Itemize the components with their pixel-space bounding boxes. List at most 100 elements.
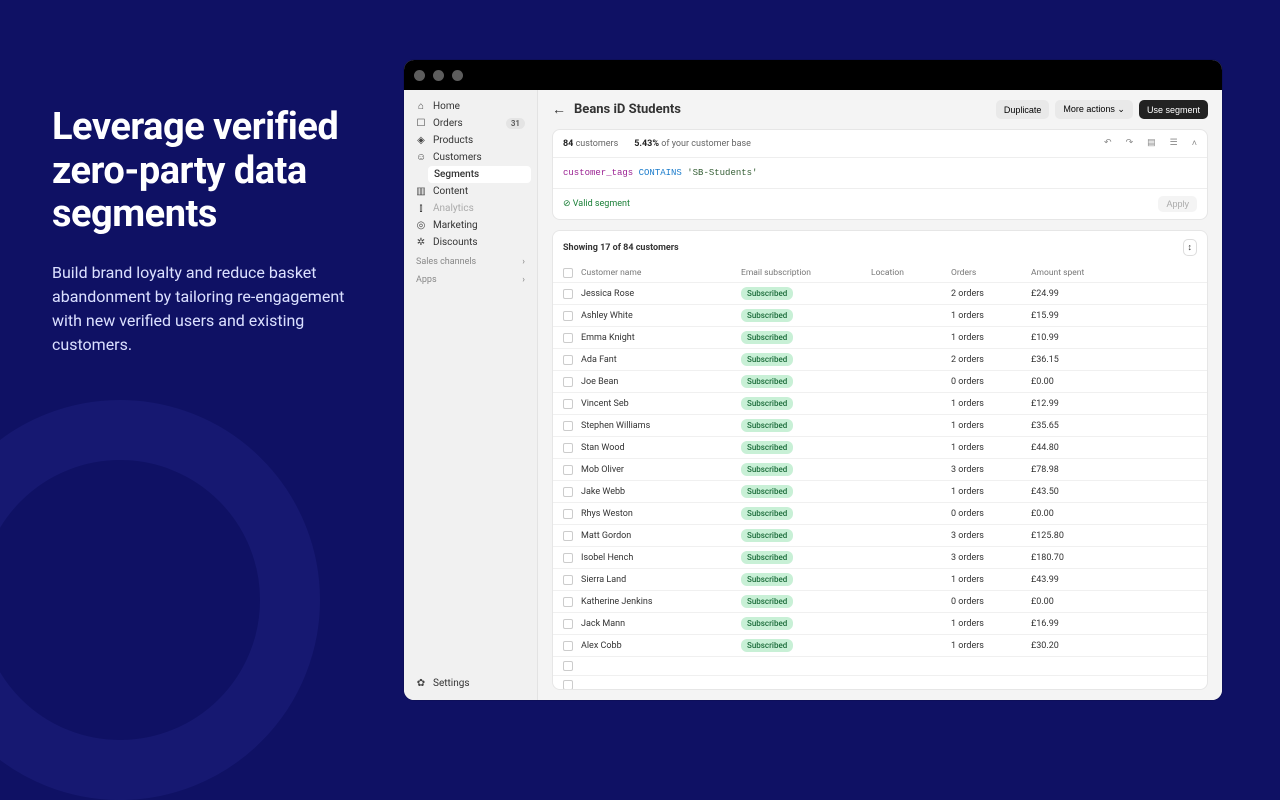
cell-email: Subscribed — [741, 617, 871, 630]
table-row[interactable]: Sierra LandSubscribed1 orders£43.99 — [553, 568, 1207, 590]
col-orders: Orders — [951, 268, 1031, 278]
spacer — [410, 287, 531, 675]
cell-orders: 1 orders — [951, 399, 1031, 409]
use-segment-button[interactable]: Use segment — [1139, 100, 1208, 119]
table-row[interactable]: Jessica RoseSubscribed2 orders£24.99 — [553, 282, 1207, 304]
sidebar-label: Segments — [434, 169, 479, 180]
row-checkbox[interactable] — [563, 641, 573, 651]
row-checkbox[interactable] — [563, 399, 573, 409]
collapse-icon[interactable]: ˄ — [1192, 138, 1197, 149]
segment-editor-card: 84 customers 5.43% of your customer base… — [552, 129, 1208, 220]
segment-query[interactable]: customer_tags CONTAINS 'SB-Students' — [553, 158, 1207, 188]
close-dot[interactable] — [414, 70, 425, 81]
cell-name: Rhys Weston — [581, 509, 741, 519]
row-checkbox[interactable] — [563, 575, 573, 585]
cell-name: Jack Mann — [581, 619, 741, 629]
row-checkbox[interactable] — [563, 619, 573, 629]
row-checkbox[interactable] — [563, 661, 573, 671]
cell-amount: £36.15 — [1031, 355, 1131, 365]
more-actions-button[interactable]: More actions ⌄ — [1055, 100, 1133, 119]
cell-email: Subscribed — [741, 573, 871, 586]
sidebar-label: Analytics — [433, 203, 474, 214]
sidebar-label: Content — [433, 186, 468, 197]
table-row[interactable]: Vincent SebSubscribed1 orders£12.99 — [553, 392, 1207, 414]
subscribed-badge: Subscribed — [741, 639, 793, 652]
sidebar-item-home[interactable]: ⌂ Home — [410, 98, 531, 115]
row-checkbox[interactable] — [563, 443, 573, 453]
subscribed-badge: Subscribed — [741, 331, 793, 344]
sidebar-item-orders[interactable]: ☐ Orders 31 — [410, 115, 531, 132]
row-checkbox[interactable] — [563, 680, 573, 690]
cell-amount: £125.80 — [1031, 531, 1131, 541]
row-checkbox[interactable] — [563, 333, 573, 343]
cell-name: Emma Knight — [581, 333, 741, 343]
sidebar-item-discounts[interactable]: ✲ Discounts — [410, 234, 531, 251]
sidebar-item-analytics[interactable]: ⫾ Analytics — [410, 200, 531, 217]
row-checkbox[interactable] — [563, 553, 573, 563]
sidebar-section-sales-channels[interactable]: Sales channels › — [410, 251, 531, 269]
cell-orders: 1 orders — [951, 333, 1031, 343]
table-row[interactable]: Ada FantSubscribed2 orders£36.15 — [553, 348, 1207, 370]
row-checkbox[interactable] — [563, 289, 573, 299]
row-checkbox[interactable] — [563, 421, 573, 431]
cell-email: Subscribed — [741, 309, 871, 322]
table-row[interactable]: Stan WoodSubscribed1 orders£44.80 — [553, 436, 1207, 458]
sidebar-label: Marketing — [433, 220, 478, 231]
table-row[interactable]: Isobel HenchSubscribed3 orders£180.70 — [553, 546, 1207, 568]
table-row[interactable]: Rhys WestonSubscribed0 orders£0.00 — [553, 502, 1207, 524]
content-icon: ▥ — [416, 186, 426, 197]
row-checkbox[interactable] — [563, 509, 573, 519]
app-window: ⌂ Home ☐ Orders 31 ◈ Products ☺ Customer… — [404, 60, 1222, 700]
sidebar-item-marketing[interactable]: ◎ Marketing — [410, 217, 531, 234]
sidebar-section-apps[interactable]: Apps › — [410, 269, 531, 287]
row-checkbox[interactable] — [563, 465, 573, 475]
table-row[interactable]: Joe BeanSubscribed0 orders£0.00 — [553, 370, 1207, 392]
target-icon: ◎ — [416, 220, 426, 231]
cell-amount: £180.70 — [1031, 553, 1131, 563]
orders-badge: 31 — [506, 118, 525, 129]
table-row[interactable]: Jake WebbSubscribed1 orders£43.50 — [553, 480, 1207, 502]
subscribed-badge: Subscribed — [741, 507, 793, 520]
row-checkbox[interactable] — [563, 377, 573, 387]
redo-icon[interactable]: ↷ — [1126, 138, 1134, 149]
template-icon[interactable]: ▤ — [1147, 138, 1156, 149]
table-row[interactable]: Stephen WilliamsSubscribed1 orders£35.65 — [553, 414, 1207, 436]
row-checkbox[interactable] — [563, 355, 573, 365]
cell-orders: 3 orders — [951, 531, 1031, 541]
back-arrow-icon[interactable]: ← — [552, 101, 566, 118]
minimize-dot[interactable] — [433, 70, 444, 81]
sidebar-item-segments[interactable]: Segments — [428, 166, 531, 183]
sidebar-item-settings[interactable]: ✿ Settings — [410, 675, 531, 692]
cell-orders: 1 orders — [951, 619, 1031, 629]
table-row[interactable]: Jack MannSubscribed1 orders£16.99 — [553, 612, 1207, 634]
cell-orders: 1 orders — [951, 575, 1031, 585]
row-checkbox[interactable] — [563, 597, 573, 607]
sidebar-item-customers[interactable]: ☺ Customers — [410, 149, 531, 166]
cell-email: Subscribed — [741, 331, 871, 344]
duplicate-button[interactable]: Duplicate — [996, 100, 1050, 119]
row-checkbox[interactable] — [563, 311, 573, 321]
segment-count: 84 customers — [563, 139, 618, 149]
undo-icon[interactable]: ↶ — [1104, 138, 1112, 149]
table-header-row: Customer name Email subscription Locatio… — [553, 264, 1207, 282]
table-row[interactable]: Emma KnightSubscribed1 orders£10.99 — [553, 326, 1207, 348]
table-row[interactable]: Matt GordonSubscribed3 orders£125.80 — [553, 524, 1207, 546]
table-row[interactable]: Alex CobbSubscribed1 orders£30.20 — [553, 634, 1207, 656]
sort-button[interactable]: ↕ — [1183, 239, 1198, 256]
header-actions: Duplicate More actions ⌄ Use segment — [996, 100, 1208, 119]
sidebar-item-products[interactable]: ◈ Products — [410, 132, 531, 149]
row-checkbox[interactable] — [563, 487, 573, 497]
filter-icon[interactable]: ☰ — [1170, 138, 1178, 149]
segment-summary: 84 customers 5.43% of your customer base… — [553, 130, 1207, 158]
cell-email: Subscribed — [741, 287, 871, 300]
zoom-dot[interactable] — [452, 70, 463, 81]
analytics-icon: ⫾ — [416, 203, 426, 214]
row-checkbox[interactable] — [563, 531, 573, 541]
apply-button[interactable]: Apply — [1158, 196, 1197, 212]
table-row[interactable]: Mob OliverSubscribed3 orders£78.98 — [553, 458, 1207, 480]
cell-amount: £15.99 — [1031, 311, 1131, 321]
sidebar-item-content[interactable]: ▥ Content — [410, 183, 531, 200]
select-all-checkbox[interactable] — [563, 268, 573, 278]
table-row[interactable]: Katherine JenkinsSubscribed0 orders£0.00 — [553, 590, 1207, 612]
table-row[interactable]: Ashley WhiteSubscribed1 orders£15.99 — [553, 304, 1207, 326]
